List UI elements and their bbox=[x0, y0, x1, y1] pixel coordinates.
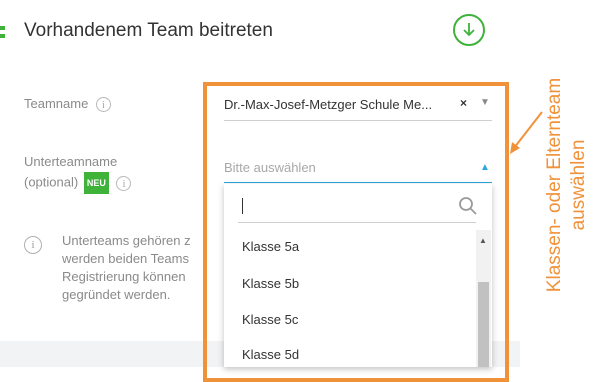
section-marker bbox=[0, 26, 7, 38]
subteam-label-line2: (optional) bbox=[24, 174, 79, 190]
subteam-label-line2-row: (optional) NEU i bbox=[24, 172, 132, 194]
annotation-arrow-icon bbox=[510, 111, 543, 154]
card-title: Vorhandenem Team beitreten bbox=[24, 20, 273, 41]
teamname-label: Teamname i bbox=[24, 96, 111, 113]
new-badge: NEU bbox=[83, 172, 109, 194]
annotation-line1: Klassen- oder Elternteam bbox=[544, 77, 565, 293]
teamname-label-text: Teamname bbox=[24, 96, 89, 111]
annotation-text: Klassen- oder Elternteam auswählen bbox=[543, 20, 591, 350]
annotation-line2: auswählen bbox=[568, 139, 589, 231]
subteam-label: Unterteamname (optional) NEU i bbox=[24, 152, 132, 194]
info-icon[interactable]: i bbox=[95, 97, 111, 113]
download-circle-icon[interactable] bbox=[453, 14, 485, 46]
highlight-box bbox=[203, 82, 509, 382]
info-icon[interactable]: i bbox=[116, 175, 132, 191]
info-icon: i bbox=[24, 236, 42, 254]
subteam-label-line1: Unterteamname bbox=[24, 154, 118, 169]
